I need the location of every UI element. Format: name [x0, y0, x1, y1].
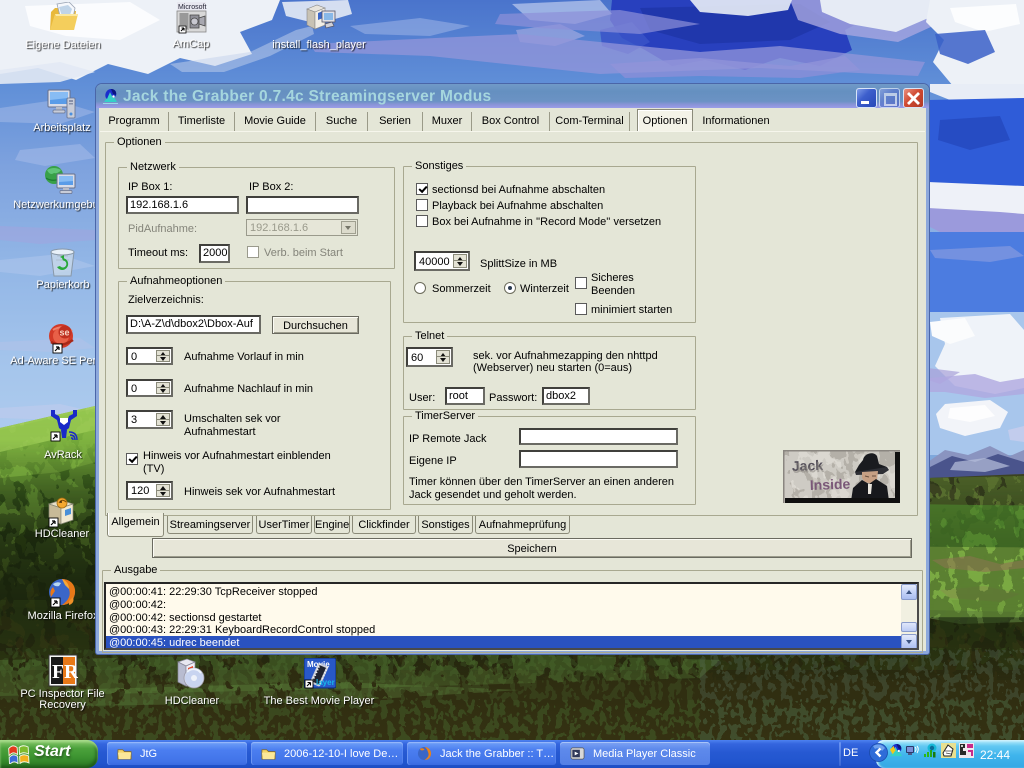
- svg-text:Jack: Jack: [793, 459, 825, 476]
- svg-text:F: F: [52, 661, 64, 683]
- svg-text:se: se: [60, 328, 70, 338]
- svg-text:Inside: Inside: [810, 476, 851, 493]
- svg-text:layer: layer: [316, 678, 335, 687]
- svg-text:Microsoft: Microsoft: [178, 4, 206, 11]
- svg-text:R: R: [64, 661, 78, 683]
